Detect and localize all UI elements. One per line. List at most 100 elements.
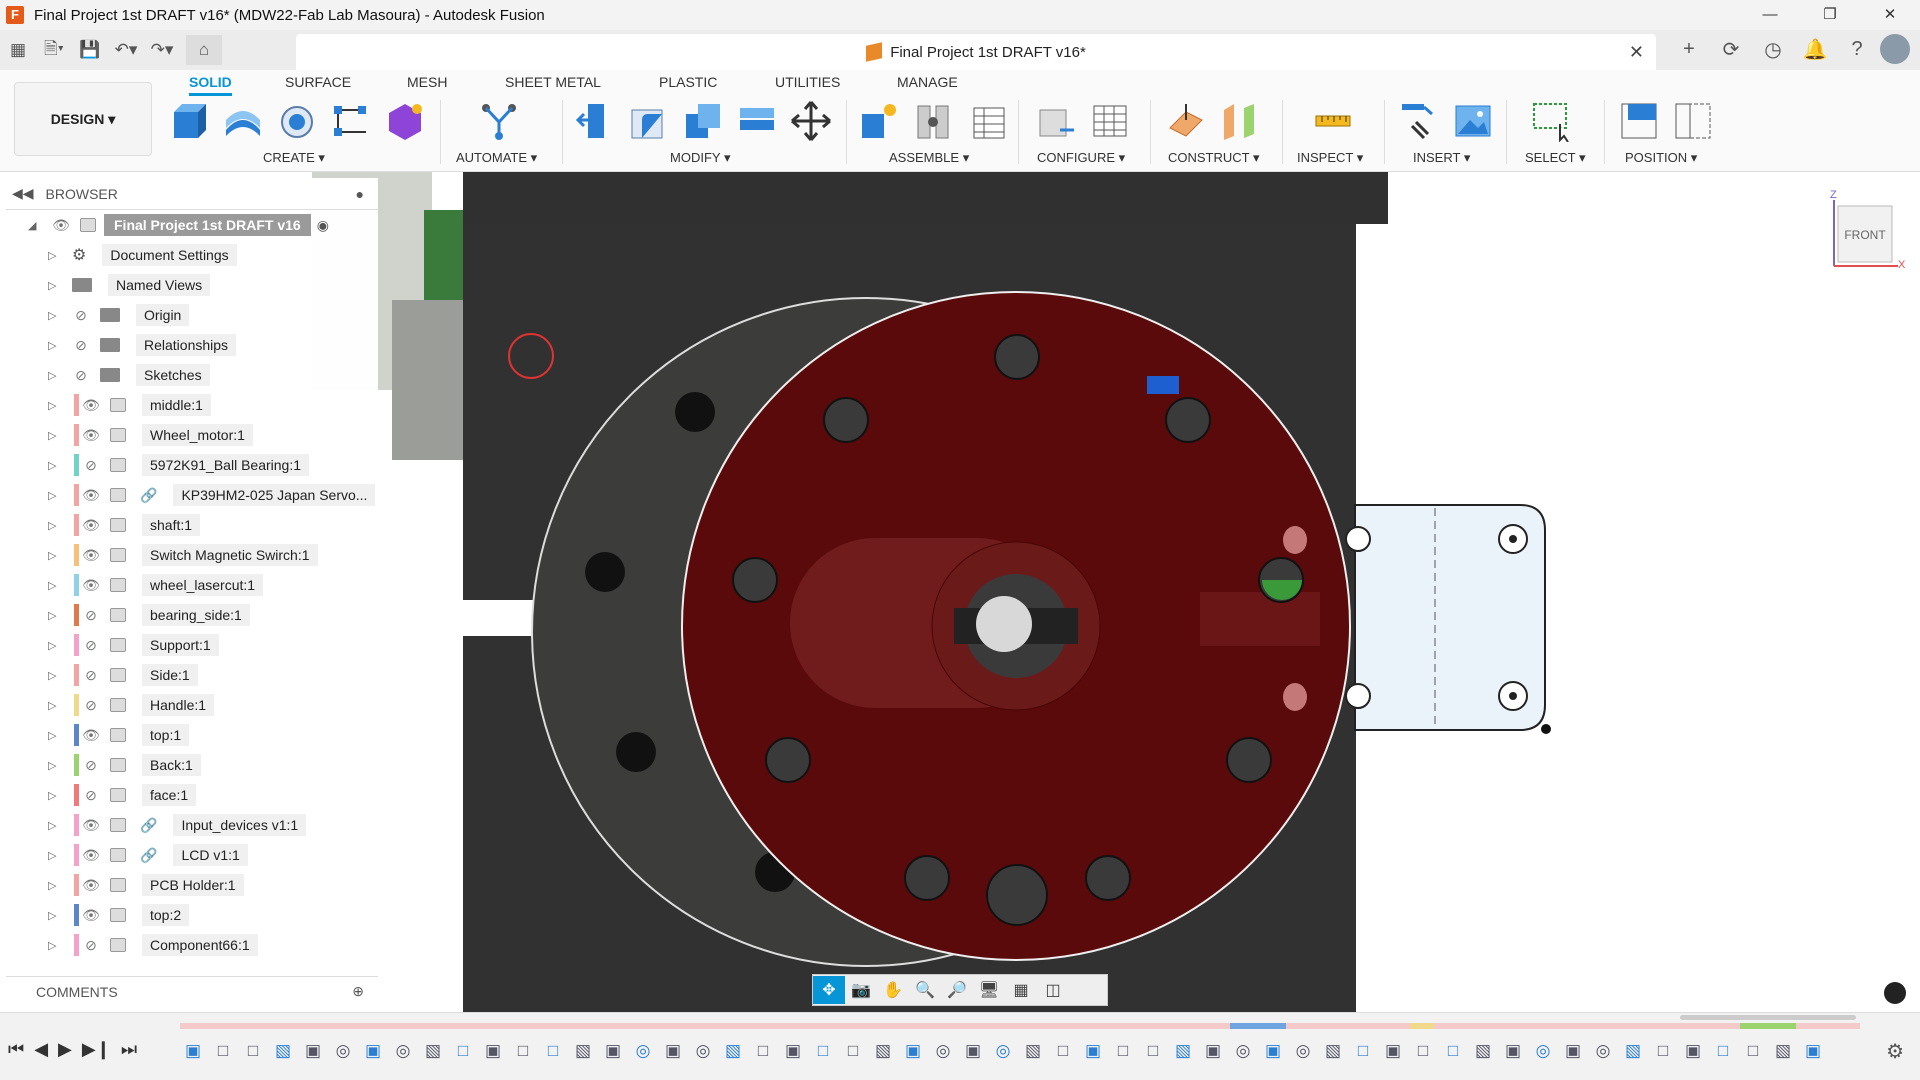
automate-icon[interactable] (478, 100, 520, 142)
new-component-icon[interactable] (168, 100, 210, 142)
redo-icon[interactable]: ↷▾ (144, 35, 180, 65)
look-at-icon[interactable]: 📷 (845, 976, 877, 1004)
revolve-icon[interactable] (276, 100, 318, 142)
help-icon[interactable]: ? (1838, 34, 1876, 64)
timeline-feature-icon[interactable]: ▧ (1170, 1041, 1196, 1061)
expand-arrow-icon[interactable]: ▷ (48, 489, 60, 502)
visibility-eye-icon[interactable]: 👁 (50, 217, 72, 233)
timeline-feature-icon[interactable]: ▧ (1320, 1041, 1346, 1061)
timeline-feature-icon[interactable]: ▣ (900, 1041, 926, 1061)
sketch-point[interactable] (1541, 724, 1551, 734)
group-create[interactable]: CREATE ▾ (263, 150, 325, 166)
timeline-feature-icon[interactable]: ▣ (1260, 1041, 1286, 1061)
browser-row[interactable]: ▷ ⊘ Relationships (6, 330, 378, 360)
browser-row[interactable]: ▷ Named Views (6, 270, 378, 300)
sketch-glyph-icon[interactable] (1147, 376, 1179, 394)
workspace-switcher[interactable]: DESIGN ▾ (14, 82, 152, 156)
group-inspect[interactable]: INSPECT ▾ (1297, 150, 1363, 166)
hidden-eye-icon[interactable]: ⊘ (80, 667, 102, 683)
timeline-feature-icon[interactable]: ▣ (660, 1041, 686, 1061)
timeline-feature-icon[interactable]: ◎ (690, 1041, 716, 1061)
tab-surface[interactable]: SURFACE (285, 74, 351, 96)
expand-arrow-icon[interactable]: ▷ (48, 249, 60, 262)
select-window-icon[interactable] (1530, 100, 1572, 142)
visibility-eye-icon[interactable]: 👁 (80, 727, 102, 743)
group-automate[interactable]: AUTOMATE ▾ (456, 150, 537, 166)
go-to-start-icon[interactable]: ⏮ (8, 1039, 24, 1060)
hidden-eye-icon[interactable]: ⊘ (70, 367, 92, 383)
visibility-eye-icon[interactable]: 👁 (80, 577, 102, 593)
timeline-feature-icon[interactable]: ▣ (1380, 1041, 1406, 1061)
viewports-icon[interactable]: ◫ (1037, 976, 1069, 1004)
expand-arrow-icon[interactable]: ▷ (48, 819, 60, 832)
collapse-browser-icon[interactable]: ◀◀ (12, 185, 34, 202)
sketch-pattern-icon[interactable] (330, 100, 372, 142)
timeline-feature-icon[interactable]: □ (450, 1041, 476, 1061)
measure-icon[interactable] (1312, 100, 1354, 142)
tab-sheet-metal[interactable]: SHEET METAL (505, 74, 601, 96)
hidden-eye-icon[interactable]: ⊘ (80, 607, 102, 623)
hidden-eye-icon[interactable]: ⊘ (80, 757, 102, 773)
save-icon[interactable]: 💾 (72, 35, 108, 65)
timeline-feature-icon[interactable]: ▧ (1470, 1041, 1496, 1061)
form-icon[interactable] (384, 100, 426, 142)
timeline-feature-icon[interactable]: ▣ (1200, 1041, 1226, 1061)
expand-arrow-icon[interactable]: ▷ (48, 399, 60, 412)
timeline-feature-icon[interactable]: □ (510, 1041, 536, 1061)
timeline-feature-icon[interactable]: ▣ (1500, 1041, 1526, 1061)
visibility-eye-icon[interactable]: 👁 (80, 877, 102, 893)
expand-arrow-icon[interactable]: ▷ (48, 609, 60, 622)
timeline-feature-icon[interactable]: ▣ (1080, 1041, 1106, 1061)
combine-icon[interactable] (736, 100, 778, 142)
close-window-button[interactable]: ✕ (1860, 0, 1920, 30)
group-insert[interactable]: INSERT ▾ (1413, 150, 1470, 166)
grid-snap-icon[interactable]: ▦ (1005, 976, 1037, 1004)
timeline-feature-icon[interactable]: ▣ (600, 1041, 626, 1061)
timeline-feature-icon[interactable]: ◎ (1590, 1041, 1616, 1061)
expand-arrow-icon[interactable]: ▷ (48, 279, 60, 292)
timeline-feature-icon[interactable]: □ (750, 1041, 776, 1061)
step-back-icon[interactable]: ◀ (34, 1039, 48, 1060)
timeline-feature-icon[interactable]: □ (1710, 1041, 1736, 1061)
comments-panel[interactable]: COMMENTS ⊕ (6, 976, 378, 1006)
timeline-feature-icon[interactable]: □ (240, 1041, 266, 1061)
group-select[interactable]: SELECT ▾ (1525, 150, 1585, 166)
expand-arrow-icon[interactable]: ▷ (48, 759, 60, 772)
expand-arrow-icon[interactable]: ▷ (48, 429, 60, 442)
browser-row[interactable]: ▷ 👁 Wheel_motor:1 (6, 420, 378, 450)
configure-icon[interactable] (1034, 100, 1076, 142)
timeline-feature-icon[interactable]: ▧ (1770, 1041, 1796, 1061)
expand-arrow-icon[interactable]: ▷ (48, 339, 60, 352)
browser-row[interactable]: ▷ 👁 wheel_lasercut:1 (6, 570, 378, 600)
close-tab-icon[interactable]: ✕ (1629, 42, 1644, 63)
top-plate[interactable] (463, 172, 1388, 224)
browser-row[interactable]: ▷ ⚙ Document Settings (6, 240, 378, 270)
shaft-end[interactable] (976, 596, 1032, 652)
timeline-feature-icon[interactable]: ▣ (960, 1041, 986, 1061)
insert-canvas-icon[interactable] (1452, 100, 1494, 142)
timeline-feature-icon[interactable]: □ (810, 1041, 836, 1061)
display-settings-icon[interactable]: 🖥 (973, 976, 1005, 1004)
expand-arrow-icon[interactable]: ▷ (48, 879, 60, 892)
timeline-settings-gear-icon[interactable]: ⚙ (1886, 1039, 1904, 1064)
step-forward-icon[interactable]: ▶❙ (82, 1039, 111, 1060)
browser-minimize-icon[interactable]: ● (356, 186, 364, 202)
timeline-feature-icon[interactable]: ◎ (390, 1041, 416, 1061)
configuration-table-icon[interactable] (1088, 100, 1130, 142)
expand-arrow-icon[interactable]: ▷ (48, 519, 60, 532)
timeline-feature-icon[interactable]: □ (1410, 1041, 1436, 1061)
timeline-feature-icon[interactable]: ▣ (300, 1041, 326, 1061)
expand-arrow-icon[interactable]: ▷ (48, 699, 60, 712)
timeline-feature-icon[interactable]: ◎ (930, 1041, 956, 1061)
timeline-feature-icon[interactable]: ▧ (420, 1041, 446, 1061)
job-status-icon[interactable]: ◷ (1754, 34, 1792, 64)
timeline-feature-icon[interactable]: ▣ (180, 1041, 206, 1061)
hidden-eye-icon[interactable]: ⊘ (80, 937, 102, 953)
hidden-eye-icon[interactable]: ⊘ (70, 337, 92, 353)
timeline-feature-icon[interactable]: ◎ (630, 1041, 656, 1061)
timeline-feature-icon[interactable]: □ (1650, 1041, 1676, 1061)
timeline-feature-icon[interactable]: ◎ (1290, 1041, 1316, 1061)
timeline-feature-icon[interactable]: □ (1350, 1041, 1376, 1061)
browser-row[interactable]: ▷ 👁 top:1 (6, 720, 378, 750)
tab-mesh[interactable]: MESH (407, 74, 447, 96)
